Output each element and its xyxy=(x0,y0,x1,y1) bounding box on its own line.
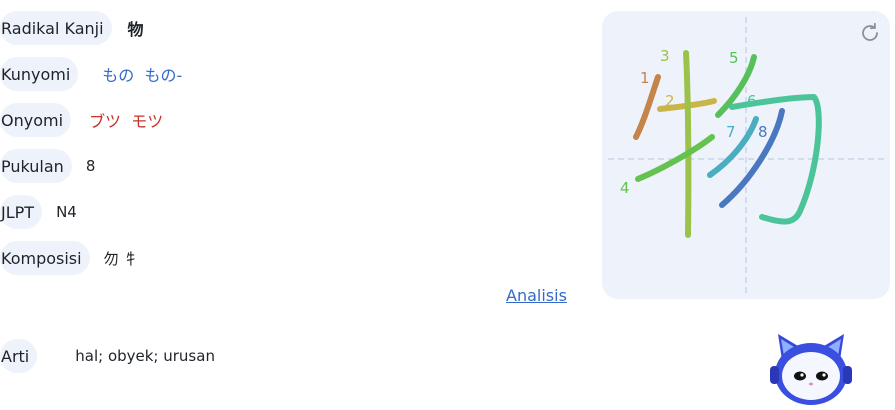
detail-row-radical: Radikal Kanji 物 xyxy=(0,11,144,45)
detail-row-strokes: Pukulan 8 xyxy=(0,149,95,183)
stroke-number-7: 7 xyxy=(726,123,736,141)
label-kunyomi: Kunyomi xyxy=(0,57,79,91)
detail-row-onyomi: Onyomi ブツ モツ xyxy=(0,103,163,137)
refresh-icon[interactable] xyxy=(858,21,882,45)
stroke-number-8: 8 xyxy=(758,123,768,141)
detail-row-meaning: Arti hal; obyek; urusan xyxy=(0,339,215,373)
value-composition[interactable]: 勿 牜 xyxy=(104,248,139,269)
value-radical: 物 xyxy=(127,20,144,39)
value-kunyomi[interactable]: もの もの- xyxy=(102,62,182,86)
stroke-number-2: 2 xyxy=(665,92,675,110)
stroke-6 xyxy=(729,94,822,225)
label-onyomi: Onyomi xyxy=(0,103,72,137)
detail-row-composition: Komposisi 勿 牜 xyxy=(0,241,138,275)
stroke-number-3: 3 xyxy=(660,47,670,65)
stroke-4 xyxy=(635,134,715,182)
detail-row-jlpt: JLPT N4 xyxy=(0,195,77,229)
value-strokes: 8 xyxy=(85,157,96,175)
analysis-link[interactable]: Analisis xyxy=(506,286,567,305)
label-meaning: Arti xyxy=(0,339,38,373)
stroke-number-4: 4 xyxy=(620,179,630,197)
stroke-number-6: 6 xyxy=(747,92,757,110)
detail-row-kunyomi: Kunyomi もの もの- xyxy=(0,57,182,91)
robot-mascot[interactable] xyxy=(764,330,858,406)
stroke-order-diagram: 1 2 3 4 5 6 7 8 xyxy=(608,17,884,295)
stroke-number-5: 5 xyxy=(729,49,739,67)
label-strokes: Pukulan xyxy=(0,149,72,183)
value-meaning: hal; obyek; urusan xyxy=(75,347,215,365)
value-onyomi[interactable]: ブツ モツ xyxy=(89,108,163,132)
stroke-3 xyxy=(683,50,692,238)
label-composition: Komposisi xyxy=(0,241,90,275)
stroke-order-card: 1 2 3 4 5 6 7 8 xyxy=(602,11,890,299)
label-jlpt: JLPT xyxy=(0,195,43,229)
value-jlpt: N4 xyxy=(56,203,77,221)
stroke-number-1: 1 xyxy=(640,69,650,87)
label-radical: Radikal Kanji xyxy=(0,11,112,45)
